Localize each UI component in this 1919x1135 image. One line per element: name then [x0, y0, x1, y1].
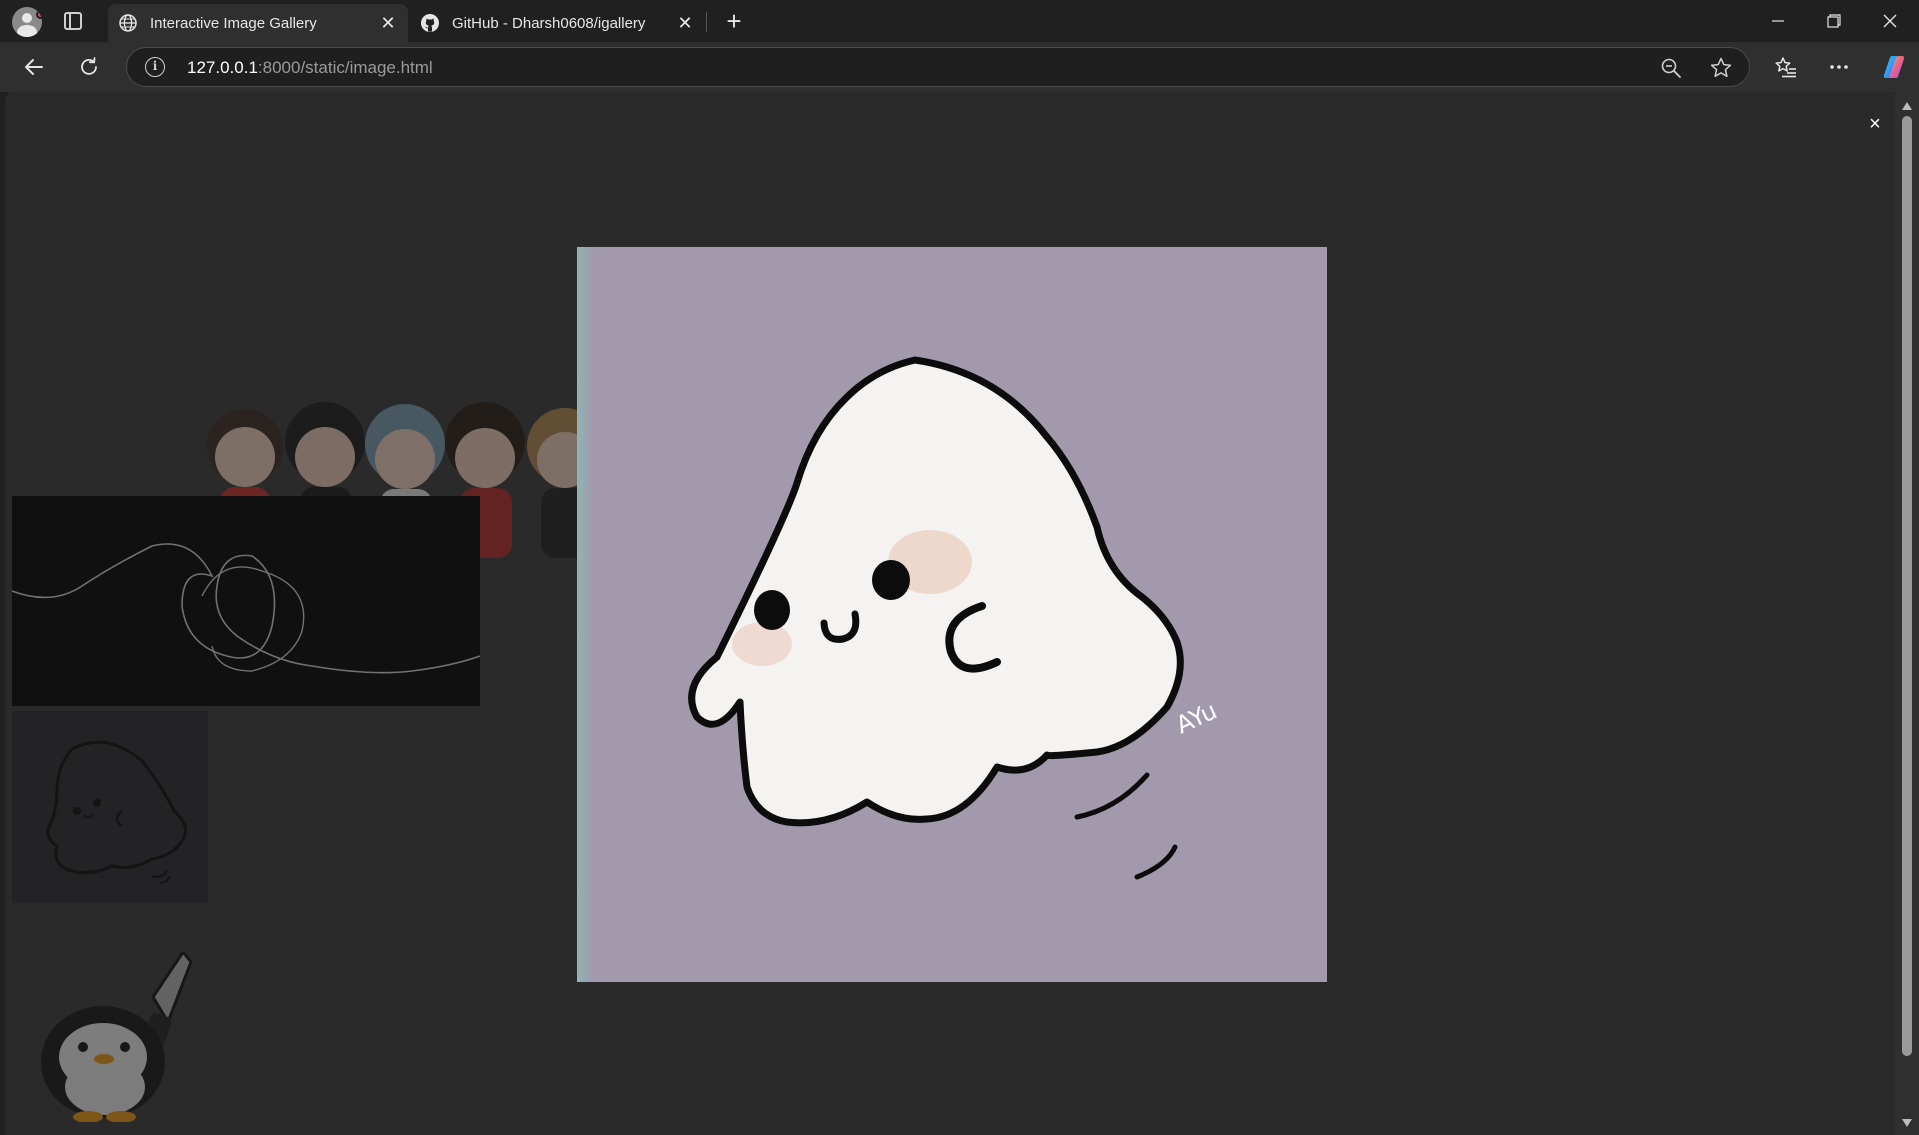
site-info-icon[interactable]: i [145, 57, 165, 77]
lightbox-image: AYu [577, 247, 1327, 982]
close-tab-icon[interactable]: ✕ [673, 11, 697, 35]
tab-separator [706, 12, 707, 32]
github-icon [421, 14, 439, 32]
refresh-icon[interactable] [73, 51, 105, 83]
close-window-icon[interactable] [1862, 0, 1918, 42]
tab-actions-icon[interactable] [64, 12, 82, 30]
tab-title: Interactive Image Gallery [150, 14, 317, 32]
address-bar[interactable]: i 127.0.0.1:8000/static/image.html [126, 47, 1750, 87]
tab-interactive-image-gallery[interactable]: Interactive Image Gallery ✕ [108, 4, 408, 42]
page-scrollbar[interactable] [1895, 92, 1919, 1135]
browser-tab-bar: Interactive Image Gallery ✕ GitHub - Dha… [0, 0, 1919, 42]
globe-icon [119, 14, 137, 32]
ghost-illustration: AYu [688, 356, 1222, 880]
page-viewport: × AYu [5, 92, 1899, 1135]
scroll-up-arrow-icon[interactable] [1902, 102, 1912, 110]
artist-signature: AYu [1172, 696, 1222, 739]
copilot-icon[interactable] [1878, 51, 1910, 83]
browser-toolbar: i 127.0.0.1:8000/static/image.html [0, 42, 1919, 92]
profile-avatar-icon[interactable] [12, 7, 42, 37]
zoom-out-icon[interactable] [1659, 56, 1683, 80]
more-options-icon[interactable] [1823, 51, 1855, 83]
favorite-star-icon[interactable] [1709, 56, 1733, 80]
tab-github[interactable]: GitHub - Dharsh0608/igallery ✕ [410, 4, 705, 42]
close-tab-icon[interactable]: ✕ [376, 11, 400, 35]
url-text[interactable]: 127.0.0.1:8000/static/image.html [187, 58, 433, 78]
tab-title: GitHub - Dharsh0608/igallery [452, 14, 646, 32]
scroll-down-arrow-icon[interactable] [1902, 1119, 1912, 1127]
back-arrow-icon[interactable] [18, 51, 50, 83]
lightbox-close-icon[interactable]: × [1863, 112, 1887, 136]
favorites-list-icon[interactable] [1770, 51, 1802, 83]
minimize-window-icon[interactable] [1750, 0, 1806, 42]
new-tab-plus-icon[interactable]: + [720, 8, 748, 36]
scroll-thumb[interactable] [1902, 116, 1912, 1056]
restore-window-icon[interactable] [1806, 0, 1862, 42]
